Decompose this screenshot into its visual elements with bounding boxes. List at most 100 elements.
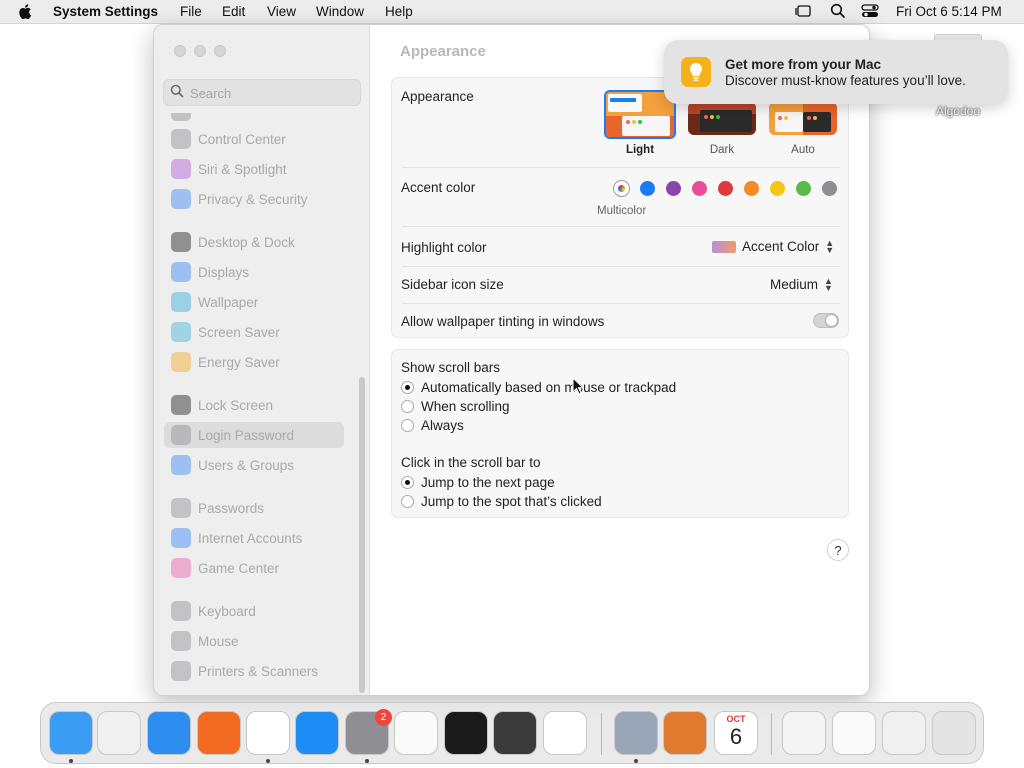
- appearance-auto-label[interactable]: Auto: [763, 144, 843, 156]
- stage-manager-icon[interactable]: [794, 3, 812, 22]
- accent-multicolor-swatch[interactable]: [614, 181, 629, 196]
- view-menu[interactable]: View: [267, 4, 296, 19]
- sidebar-item-users-groups[interactable]: Users & Groups: [164, 452, 344, 478]
- sidebar-icon-size-popup[interactable]: Medium ▲ ▼: [770, 276, 833, 292]
- sidebar-item-printers-scanners[interactable]: Printers & Scanners: [164, 658, 344, 684]
- algodoo-desktop-label[interactable]: Algodoo: [918, 104, 998, 118]
- sidebar-item-internet-accounts[interactable]: Internet Accounts: [164, 525, 344, 551]
- rocket-app-icon[interactable]: [663, 711, 707, 755]
- app-store-icon[interactable]: [295, 711, 339, 755]
- file-menu[interactable]: File: [180, 4, 202, 19]
- minimize-window-button[interactable]: [194, 45, 206, 57]
- appearance-dark-option[interactable]: [688, 102, 756, 135]
- edit-menu[interactable]: Edit: [222, 4, 245, 19]
- close-window-button[interactable]: [174, 45, 186, 57]
- sidebar: Control Center Siri & Spotlight Privacy & …: [154, 25, 370, 695]
- users-icon: [171, 455, 191, 475]
- radio-button[interactable]: [401, 419, 414, 432]
- help-button[interactable]: ?: [827, 539, 849, 561]
- textedit-icon[interactable]: [394, 711, 438, 755]
- appearance-light-label[interactable]: Light: [600, 144, 680, 156]
- sidebar-item-game-center[interactable]: Game Center: [164, 555, 344, 581]
- zoom-window-button[interactable]: [214, 45, 226, 57]
- downloads-stack-icon[interactable]: [782, 711, 826, 755]
- sidebar-item-control-center[interactable]: Control Center: [164, 126, 344, 152]
- highlight-color-label: Highlight color: [401, 240, 487, 255]
- radio-button[interactable]: [401, 381, 414, 394]
- mouse-icon: [171, 631, 191, 651]
- sidebar-item-desktop-dock[interactable]: Desktop & Dock: [164, 229, 344, 255]
- algodoo-icon[interactable]: [614, 711, 658, 755]
- show-scroll-bars-option-label: Automatically based on mouse or trackpad: [421, 380, 677, 395]
- apple-menu-icon[interactable]: [18, 3, 34, 25]
- launchpad-icon[interactable]: [97, 711, 141, 755]
- sidebar-item-siri-spotlight[interactable]: Siri & Spotlight: [164, 156, 344, 182]
- radio-button[interactable]: [401, 495, 414, 508]
- system-settings-icon[interactable]: 2: [345, 709, 392, 755]
- sidebar-item-wallpaper[interactable]: Wallpaper: [164, 289, 344, 315]
- sidebar-item-energy-saver[interactable]: Energy Saver: [164, 349, 344, 375]
- sidebar-item-displays[interactable]: Displays: [164, 259, 344, 285]
- safari-icon[interactable]: [147, 711, 191, 755]
- calendar-icon[interactable]: OCT 6: [714, 711, 758, 755]
- sidebar-item-label: Game Center: [198, 560, 280, 576]
- chrome-icon[interactable]: [246, 711, 290, 755]
- sidebar-item-label: Displays: [198, 264, 250, 280]
- sidebar-scrollbar[interactable]: [359, 377, 365, 693]
- sidebar-item-passwords[interactable]: Passwords: [164, 495, 344, 521]
- accent-swatch[interactable]: [718, 181, 733, 196]
- sidebar-item-label: Energy Saver: [198, 354, 280, 370]
- highlight-color-popup[interactable]: Accent Color ▲ ▼: [712, 238, 834, 254]
- sidebar-item-label: Internet Accounts: [198, 530, 303, 546]
- document-stack-icon[interactable]: [832, 711, 876, 755]
- accent-swatch[interactable]: [666, 181, 681, 196]
- control-center-icon[interactable]: [861, 3, 879, 22]
- sidebar-item-keyboard[interactable]: Keyboard: [164, 598, 344, 624]
- accent-swatch[interactable]: [822, 181, 837, 196]
- sidebar-item-partial: [164, 113, 344, 121]
- sidebar-icon-size-value: Medium: [770, 277, 819, 292]
- radio-button[interactable]: [401, 400, 414, 413]
- page-title: Appearance: [400, 43, 486, 60]
- appearance-dark-label[interactable]: Dark: [682, 144, 762, 156]
- click-scroll-bar-option[interactable]: Jump to the next page: [401, 475, 555, 490]
- sidebar-item-login-password[interactable]: Login Password: [164, 422, 344, 448]
- preview-stack-icon[interactable]: [882, 711, 926, 755]
- accent-swatch[interactable]: [796, 181, 811, 196]
- radio-button[interactable]: [401, 476, 414, 489]
- accent-swatch[interactable]: [744, 181, 759, 196]
- divider: [402, 167, 840, 168]
- show-scroll-bars-option[interactable]: When scrolling: [401, 399, 510, 414]
- help-menu[interactable]: Help: [385, 4, 413, 19]
- sidebar-item-label: Login Password: [198, 427, 295, 443]
- vscode-icon[interactable]: [543, 711, 587, 755]
- terminal-icon[interactable]: [444, 711, 488, 755]
- finder-icon[interactable]: [49, 711, 93, 755]
- tips-notification[interactable]: Get more from your Mac Discover must-kno…: [664, 40, 1008, 104]
- wallpaper-icon: [171, 292, 191, 312]
- menu-clock[interactable]: Fri Oct 6 5:14 PM: [896, 4, 1002, 19]
- accent-swatch[interactable]: [640, 181, 655, 196]
- sidebar-icon-size-label: Sidebar icon size: [401, 277, 504, 292]
- sidebar-item-lock-screen[interactable]: Lock Screen: [164, 392, 344, 418]
- sidebar-item-privacy-security[interactable]: Privacy & Security: [164, 186, 344, 212]
- divider: [402, 226, 840, 227]
- app-name-menu[interactable]: System Settings: [53, 4, 158, 19]
- wallpaper-tinting-toggle[interactable]: [813, 313, 839, 328]
- show-scroll-bars-option[interactable]: Always: [401, 418, 464, 433]
- calendar-month: OCT: [726, 714, 746, 724]
- click-scroll-bar-option[interactable]: Jump to the spot that’s clicked: [401, 494, 602, 509]
- accent-swatch[interactable]: [692, 181, 707, 196]
- firefox-icon[interactable]: [197, 711, 241, 755]
- spotlight-search-icon[interactable]: [830, 3, 846, 22]
- search-input[interactable]: [190, 84, 355, 102]
- accent-swatch[interactable]: [770, 181, 785, 196]
- sidebar-item-mouse[interactable]: Mouse: [164, 628, 344, 654]
- click-scroll-bar-option-label: Jump to the next page: [421, 475, 555, 490]
- show-scroll-bars-option[interactable]: Automatically based on mouse or trackpad: [401, 380, 676, 395]
- garageband-icon[interactable]: [493, 711, 537, 755]
- sidebar-item-screen-saver[interactable]: Screen Saver: [164, 319, 344, 345]
- appearance-auto-option[interactable]: [769, 102, 837, 135]
- trash-icon[interactable]: [932, 711, 976, 755]
- window-menu[interactable]: Window: [316, 4, 364, 19]
